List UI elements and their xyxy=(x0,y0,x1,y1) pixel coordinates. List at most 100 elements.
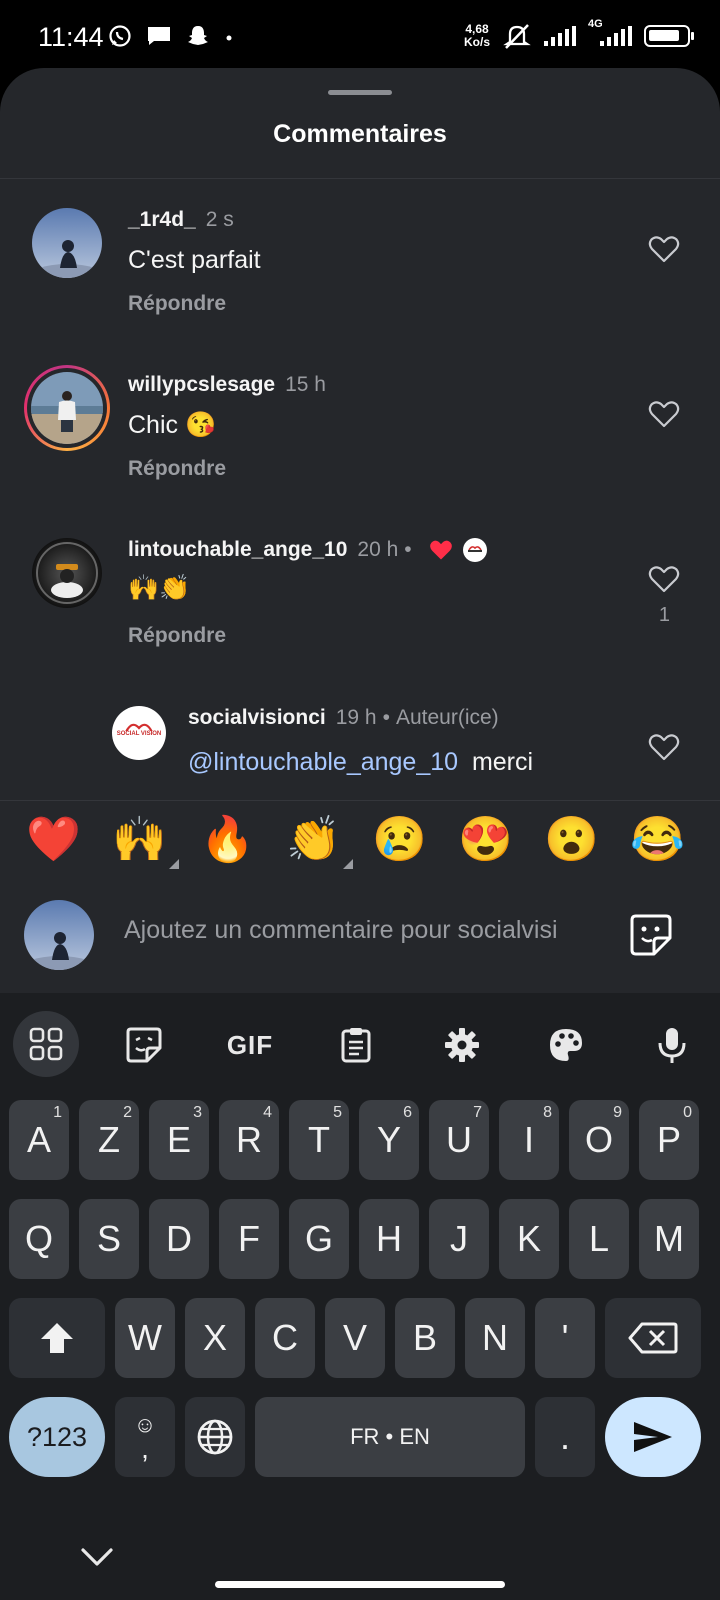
drag-handle[interactable] xyxy=(328,90,392,95)
heart-icon[interactable] xyxy=(648,732,680,762)
emoji-clap-button[interactable]: 👏 xyxy=(286,815,353,869)
reply-button[interactable]: Répondre xyxy=(128,292,226,316)
key-v[interactable]: V xyxy=(325,1298,385,1378)
mention-link[interactable]: @lintouchable_ange_10 xyxy=(188,748,458,776)
meta-separator: • xyxy=(404,538,412,561)
key-s[interactable]: S xyxy=(79,1199,139,1279)
emoji-heart-eyes-button[interactable]: 😍 xyxy=(458,815,513,865)
avatar[interactable] xyxy=(32,538,102,608)
key-m[interactable]: M xyxy=(639,1199,699,1279)
keyboard-theme-button[interactable] xyxy=(534,1013,598,1077)
emoji-heart-button[interactable]: ❤️ xyxy=(26,815,81,865)
key-hint: 1 xyxy=(53,1104,62,1121)
backspace-icon xyxy=(628,1322,678,1354)
key-z[interactable]: Z2 xyxy=(79,1100,139,1180)
reply-username[interactable]: socialvisionci xyxy=(188,706,326,729)
key-p[interactable]: P0 xyxy=(639,1100,699,1180)
home-gesture-bar[interactable] xyxy=(215,1581,505,1588)
keyboard-clipboard-button[interactable] xyxy=(324,1013,388,1077)
key-x[interactable]: X xyxy=(185,1298,245,1378)
comment-time: 20 h xyxy=(357,538,399,561)
key-y[interactable]: Y6 xyxy=(359,1100,419,1180)
key-i[interactable]: I8 xyxy=(499,1100,559,1180)
comment-header: _1r4d_ 2 s xyxy=(128,208,234,232)
keyboard-apps-button[interactable] xyxy=(13,1011,79,1077)
comment-username[interactable]: willypcslesage xyxy=(128,373,275,396)
avatar[interactable]: SOCIAL VISION xyxy=(112,706,166,760)
like-count: 1 xyxy=(658,604,670,626)
reply-button[interactable]: Répondre xyxy=(128,624,226,648)
hide-keyboard-chevron-icon[interactable] xyxy=(80,1546,114,1573)
symbols-key[interactable]: ?123 xyxy=(9,1397,105,1477)
emoji-raised-hands: 🙌 xyxy=(112,815,167,864)
space-bar[interactable]: FR • EN xyxy=(255,1397,525,1477)
key-k[interactable]: K xyxy=(499,1199,559,1279)
shift-key[interactable] xyxy=(9,1298,105,1378)
emoji-cry-button[interactable]: 😢 xyxy=(372,815,427,865)
key-t[interactable]: T5 xyxy=(289,1100,349,1180)
key-w[interactable]: W xyxy=(115,1298,175,1378)
keyboard-settings-button[interactable] xyxy=(430,1013,494,1077)
send-arrow-icon xyxy=(634,1422,672,1452)
key-n[interactable]: N xyxy=(465,1298,525,1378)
send-key[interactable] xyxy=(605,1397,701,1477)
skin-tone-indicator xyxy=(342,859,353,869)
key-j[interactable]: J xyxy=(429,1199,489,1279)
gear-icon xyxy=(445,1028,479,1062)
key-o[interactable]: O9 xyxy=(569,1100,629,1180)
heart-icon[interactable] xyxy=(648,564,680,594)
period-key[interactable]: . xyxy=(535,1397,595,1477)
key-c[interactable]: C xyxy=(255,1298,315,1378)
comment-text: Chic 😘 xyxy=(128,411,217,439)
key-g[interactable]: G xyxy=(289,1199,349,1279)
key-d[interactable]: D xyxy=(149,1199,209,1279)
comment-text: C'est parfait xyxy=(128,246,261,274)
sheet-title: Commentaires xyxy=(273,120,447,148)
current-user-avatar xyxy=(24,900,94,970)
battery-icon xyxy=(644,25,694,47)
key-hint: 8 xyxy=(543,1104,552,1121)
keyboard-gif-button[interactable]: GIF xyxy=(218,1013,282,1077)
heart-icon[interactable] xyxy=(648,234,680,264)
key-apostrophe[interactable]: ' xyxy=(535,1298,595,1378)
divider xyxy=(0,178,720,179)
comment-input-row: Ajoutez un commentaire pour socialvisi xyxy=(0,880,720,993)
globe-icon xyxy=(197,1419,233,1455)
keyboard-sticker-button[interactable] xyxy=(112,1013,176,1077)
key-f[interactable]: F xyxy=(219,1199,279,1279)
keyboard-voice-button[interactable] xyxy=(640,1013,704,1077)
avatar-story-ring[interactable] xyxy=(24,365,110,451)
emoji-raised-hands-button[interactable]: 🙌 xyxy=(112,815,179,869)
comment-username[interactable]: _1r4d_ xyxy=(128,208,196,231)
comment-input[interactable]: Ajoutez un commentaire pour socialvisi xyxy=(124,916,558,945)
palette-icon xyxy=(550,1029,582,1061)
key-u[interactable]: U7 xyxy=(429,1100,489,1180)
message-icon xyxy=(148,27,170,45)
key-hint: 4 xyxy=(263,1104,272,1121)
key-a[interactable]: A1 xyxy=(9,1100,69,1180)
heart-icon[interactable] xyxy=(648,399,680,429)
backspace-key[interactable] xyxy=(605,1298,701,1378)
logo-text: SOCIAL VISION xyxy=(116,731,162,737)
key-h[interactable]: H xyxy=(359,1199,419,1279)
emoji-fire-button[interactable]: 🔥 xyxy=(200,815,255,865)
comment-username[interactable]: lintouchable_ange_10 xyxy=(128,538,347,561)
language-key[interactable] xyxy=(185,1397,245,1477)
sticker-icon[interactable] xyxy=(628,912,674,958)
comment-item: _1r4d_ 2 s C'est parfait Répondre xyxy=(0,208,720,358)
key-q[interactable]: Q xyxy=(9,1199,69,1279)
status-bar: 11:44 4,68 Ko/s 4G xyxy=(0,0,720,72)
key-b[interactable]: B xyxy=(395,1298,455,1378)
reply-button[interactable]: Répondre xyxy=(128,457,226,481)
emoji-laugh-button[interactable]: 😂 xyxy=(630,815,685,865)
reply-text: @lintouchable_ange_10 merci xyxy=(188,748,533,777)
liked-by-author-heart-icon xyxy=(430,541,453,560)
key-r[interactable]: R4 xyxy=(219,1100,279,1180)
avatar[interactable] xyxy=(32,208,102,278)
emoji-surprised-button[interactable]: 😮 xyxy=(544,815,599,865)
signal-4g-icon: 4G xyxy=(588,18,632,46)
key-l[interactable]: L xyxy=(569,1199,629,1279)
key-e[interactable]: E3 xyxy=(149,1100,209,1180)
clipboard-icon xyxy=(341,1028,371,1063)
emoji-comma-key[interactable]: ☺ , xyxy=(115,1397,175,1477)
